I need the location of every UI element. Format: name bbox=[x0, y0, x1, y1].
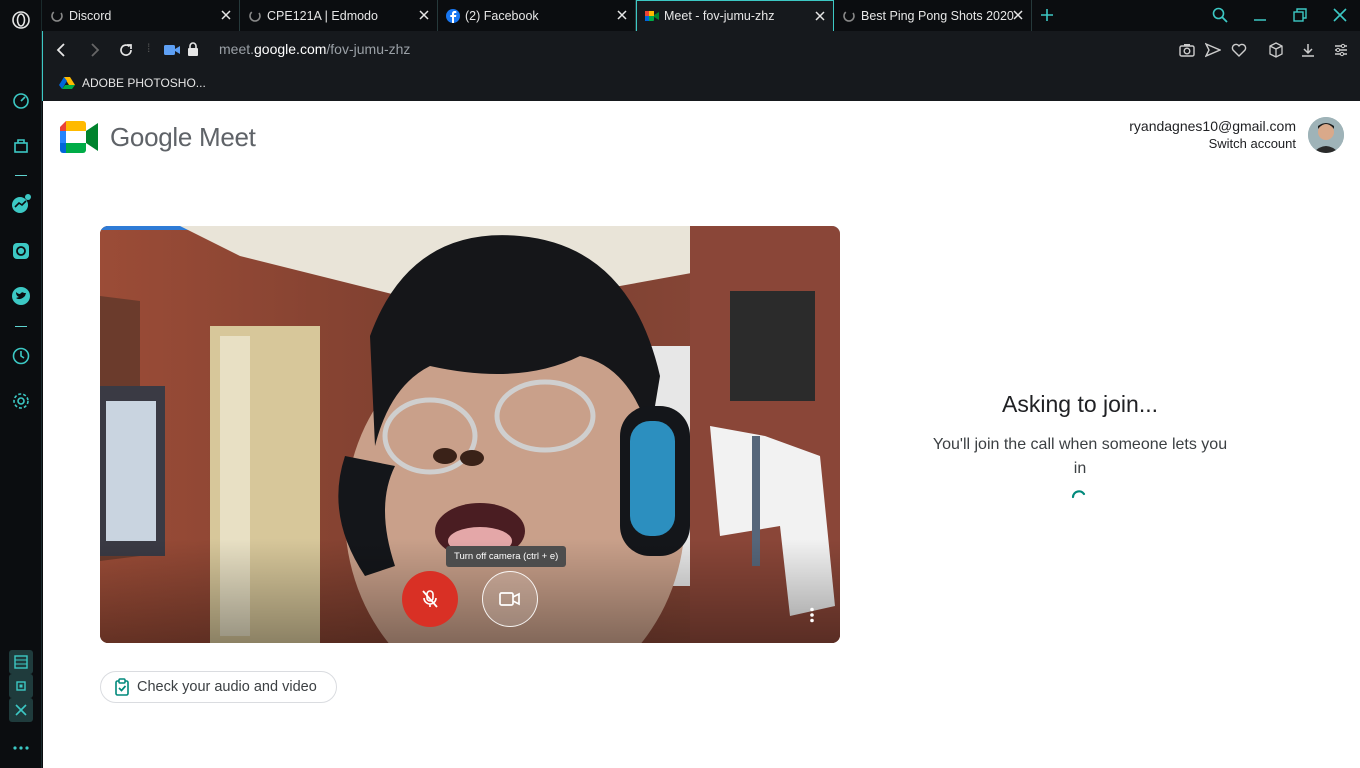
close-icon[interactable] bbox=[1011, 8, 1025, 22]
check-audio-video-label: Check your audio and video bbox=[137, 679, 317, 695]
tab-title: Discord bbox=[69, 8, 112, 23]
join-status-subtitle: You'll join the call when someone lets y… bbox=[932, 436, 1228, 477]
close-icon[interactable] bbox=[219, 8, 233, 22]
camera-toggle-button[interactable] bbox=[482, 571, 538, 627]
new-tab-icon[interactable] bbox=[1039, 7, 1055, 23]
twitter-icon[interactable] bbox=[9, 284, 33, 308]
heart-icon[interactable] bbox=[1231, 42, 1247, 58]
instagram-icon[interactable] bbox=[9, 239, 33, 263]
url-path: /fov-jumu-zhz bbox=[326, 41, 411, 57]
close-icon[interactable] bbox=[813, 9, 827, 23]
google-drive-icon bbox=[59, 77, 75, 89]
speed-dial-icon[interactable] bbox=[9, 88, 33, 112]
tab-title: CPE121A | Edmodo bbox=[267, 8, 378, 23]
cpu-icon[interactable] bbox=[9, 674, 33, 698]
close-icon[interactable] bbox=[615, 8, 629, 22]
mic-off-icon bbox=[422, 590, 438, 608]
tab-title: (2) Facebook bbox=[465, 8, 539, 23]
close-window-icon[interactable] bbox=[1331, 6, 1349, 24]
camera-icon bbox=[499, 592, 520, 606]
restore-icon[interactable] bbox=[1291, 6, 1309, 24]
messenger-icon[interactable] bbox=[9, 192, 33, 216]
send-icon[interactable] bbox=[1205, 42, 1221, 58]
tab-ping-pong[interactable]: Best Ping Pong Shots 2020 bbox=[834, 0, 1032, 31]
camera-feed-image bbox=[100, 226, 840, 643]
loading-icon bbox=[249, 9, 261, 22]
tools-icon[interactable] bbox=[9, 698, 33, 722]
camera-tooltip: Turn off camera (ctrl + e) bbox=[446, 546, 567, 567]
snapshot-icon[interactable] bbox=[1179, 42, 1195, 58]
tab-facebook[interactable]: (2) Facebook bbox=[438, 0, 636, 31]
settings-icon[interactable] bbox=[9, 389, 33, 413]
facebook-icon bbox=[446, 8, 460, 23]
search-tabs-icon[interactable] bbox=[1211, 6, 1229, 24]
address-bar: ⁞ meet.google.com/fov-jumu-zhz bbox=[42, 31, 1360, 69]
mic-toggle-button[interactable] bbox=[402, 571, 458, 627]
forward-icon[interactable] bbox=[86, 42, 102, 58]
tab-title: Meet - fov-jumu-zhz bbox=[664, 9, 775, 23]
url-host-prefix: meet. bbox=[219, 41, 255, 57]
check-audio-video-button[interactable]: Check your audio and video bbox=[100, 671, 337, 703]
tab-bar: Discord CPE121A | Edmodo (2) Facebook Me… bbox=[42, 0, 1360, 31]
camera-in-use-icon[interactable] bbox=[163, 43, 181, 57]
close-icon[interactable] bbox=[417, 8, 431, 22]
more-icon[interactable] bbox=[9, 736, 33, 760]
brand-name: Google Meet bbox=[110, 121, 256, 152]
avatar[interactable] bbox=[1308, 117, 1344, 153]
google-meet-logo-icon bbox=[60, 121, 98, 153]
tab-google-meet[interactable]: Meet - fov-jumu-zhz bbox=[636, 0, 834, 31]
account-info: ryandagnes10@gmail.com Switch account bbox=[1129, 118, 1296, 152]
back-icon[interactable] bbox=[54, 42, 70, 58]
loading-icon bbox=[843, 9, 855, 22]
loading-icon bbox=[51, 9, 63, 22]
clipboard-check-icon bbox=[115, 678, 129, 696]
lock-icon[interactable] bbox=[187, 42, 199, 57]
bookmark-label: ADOBE PHOTOSHO... bbox=[82, 76, 206, 90]
url-host: google.com bbox=[254, 41, 327, 57]
loading-spinner-icon bbox=[1071, 490, 1086, 499]
switch-account-link[interactable]: Switch account bbox=[1129, 135, 1296, 152]
history-icon[interactable] bbox=[9, 344, 33, 368]
self-video-preview: Turn off camera (ctrl + e) bbox=[100, 226, 840, 643]
meet-page: Google Meet ryandagnes10@gmail.com Switc… bbox=[43, 101, 1360, 768]
tab-discord[interactable]: Discord bbox=[42, 0, 240, 31]
easy-setup-icon[interactable] bbox=[1333, 42, 1349, 58]
browser-sidebar bbox=[0, 0, 42, 768]
url-field[interactable]: meet.google.com/fov-jumu-zhz bbox=[219, 41, 410, 57]
sidebar-separator bbox=[15, 326, 27, 327]
opera-logo-icon[interactable] bbox=[9, 8, 33, 32]
google-meet-logo[interactable]: Google Meet bbox=[60, 121, 256, 153]
sidebar-panel-icon[interactable] bbox=[9, 650, 33, 674]
google-meet-icon bbox=[645, 11, 659, 21]
bookmark-adobe-photoshop[interactable]: ADOBE PHOTOSHO... bbox=[59, 76, 206, 90]
address-divider: ⁞ bbox=[147, 41, 151, 55]
account-email: ryandagnes10@gmail.com bbox=[1129, 118, 1296, 134]
extensions-cube-icon[interactable] bbox=[1268, 42, 1284, 58]
sidebar-separator bbox=[15, 175, 27, 176]
reload-icon[interactable] bbox=[118, 42, 134, 58]
tab-edmodo[interactable]: CPE121A | Edmodo bbox=[240, 0, 438, 31]
shopping-bag-icon[interactable] bbox=[9, 133, 33, 157]
tab-title: Best Ping Pong Shots 2020 bbox=[861, 8, 1014, 23]
minimize-icon[interactable] bbox=[1251, 6, 1269, 24]
download-icon[interactable] bbox=[1300, 42, 1316, 58]
more-options-icon[interactable] bbox=[809, 607, 815, 623]
join-status-title: Asking to join... bbox=[1002, 391, 1158, 417]
bookmarks-bar: ADOBE PHOTOSHO... bbox=[42, 69, 1360, 101]
